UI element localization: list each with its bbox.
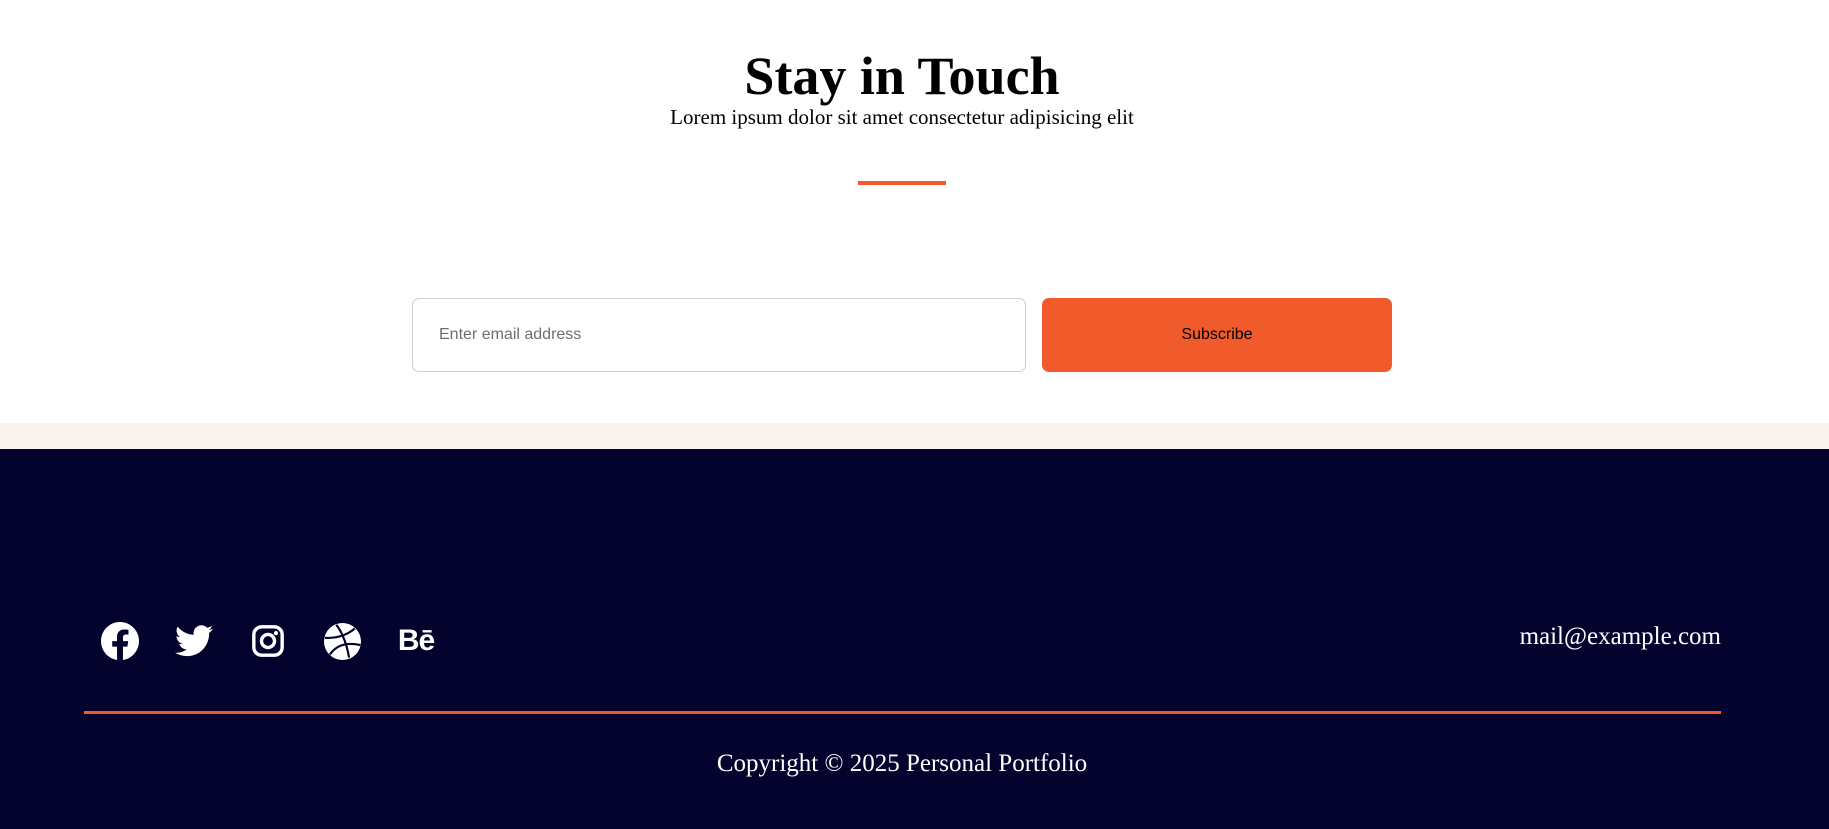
section-title: Stay in Touch [744, 46, 1060, 106]
social-links: Bē [100, 622, 470, 660]
page: Stay in Touch Lorem ipsum dolor sit amet… [0, 0, 1829, 829]
email-input[interactable] [412, 298, 1026, 372]
dribbble-icon [323, 622, 361, 660]
subscribe-section: Stay in Touch Lorem ipsum dolor sit amet… [0, 0, 1829, 423]
facebook-icon [101, 622, 139, 660]
footer: Bē mail@example.com Copyright © 2025 Per… [0, 449, 1829, 829]
footer-divider [84, 711, 1721, 714]
instagram-icon [251, 624, 285, 658]
behance-icon: Bē [397, 624, 435, 657]
dribbble-link[interactable] [322, 621, 362, 661]
title-divider [858, 181, 946, 185]
instagram-link[interactable] [248, 621, 288, 661]
section-subtitle: Lorem ipsum dolor sit amet consectetur a… [670, 105, 1134, 129]
copyright-text: Copyright © 2025 Personal Portfolio [716, 750, 1088, 777]
twitter-link[interactable] [174, 621, 214, 661]
facebook-link[interactable] [100, 621, 140, 661]
section-separator-band [0, 423, 1829, 449]
twitter-icon [175, 625, 213, 657]
subscribe-button[interactable]: Subscribe [1042, 298, 1392, 372]
footer-email-link[interactable]: mail@example.com [1520, 622, 1721, 652]
behance-link[interactable]: Bē [396, 621, 436, 661]
